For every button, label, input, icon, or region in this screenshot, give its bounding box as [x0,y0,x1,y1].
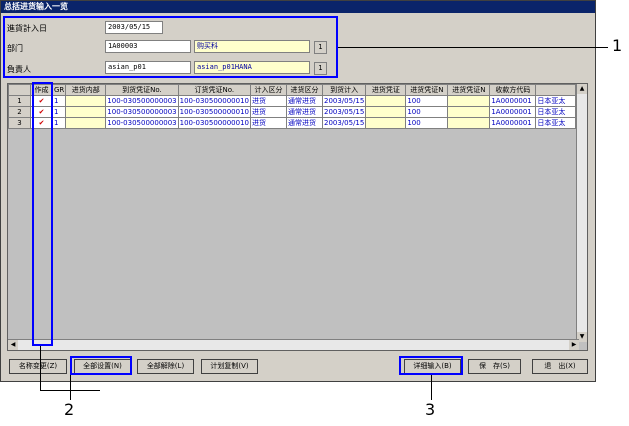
gr-cell[interactable]: 1 [51,95,67,107]
payee-code-cell[interactable]: 1A0000001 [489,117,537,129]
voucher-n-cell[interactable]: 100 [405,117,449,129]
col-header[interactable]: 收款方代码 [489,84,537,96]
col-header[interactable]: GR [51,84,67,96]
voucher-cell[interactable] [365,106,407,118]
payee-name-cell[interactable]: 日本亚太 [535,95,577,107]
col-header[interactable] [535,84,577,96]
detail-input-callout-box [399,356,463,375]
date-cell[interactable]: 2003/05/15 [321,117,367,129]
vertical-scrollbar[interactable]: ▲ ▼ [576,84,587,342]
callout-line-2a [40,346,41,390]
voucher-n-cell[interactable]: 100 [405,106,449,118]
payee-code-cell[interactable]: 1A0000001 [489,106,537,118]
arrival-no-cell[interactable]: 100-030500000003 [105,95,179,107]
gr-cell[interactable]: 1 [51,106,67,118]
internal-cell[interactable] [65,106,107,118]
callout-number-1: 1 [612,36,623,55]
payee-name-cell[interactable]: 日本亚太 [535,106,577,118]
category-cell[interactable]: 进货 [249,117,287,129]
purchase-grid: 作成 GR 进货内部 到货凭证No. 订货凭证No. 计入区分 进货区分 到货计… [7,83,588,351]
grid-header-row: 作成 GR 进货内部 到货凭证No. 订货凭证No. 计入区分 进货区分 到货计… [8,84,577,96]
col-header[interactable]: 到货凭证No. [105,84,179,96]
col-header[interactable]: 进货凭证 [365,84,407,96]
date-cell[interactable]: 2003/05/15 [321,106,367,118]
kind-cell[interactable]: 通常进货 [285,106,323,118]
horizontal-scrollbar[interactable]: ◀ ▶ [8,339,579,350]
header-callout-box [3,16,338,78]
scroll-up-icon[interactable]: ▲ [577,84,587,94]
save-button[interactable]: 保 存(S) [468,359,521,374]
scroll-right-icon[interactable]: ▶ [569,340,579,350]
table-row[interactable]: 1 ✔ 1 100-030500000003 100-030500000010 … [8,95,577,107]
plan-copy-button[interactable]: 计划复制(V) [201,359,258,374]
callout-line-3 [431,375,432,400]
row-number[interactable]: 2 [8,106,31,118]
kind-cell[interactable]: 通常进货 [285,117,323,129]
voucher-n2-cell[interactable] [447,95,491,107]
internal-cell[interactable] [65,117,107,129]
arrival-no-cell[interactable]: 100-030500000003 [105,106,179,118]
gr-cell[interactable]: 1 [51,117,67,129]
voucher-n-cell[interactable]: 100 [405,95,449,107]
col-header[interactable]: 计入区分 [249,84,287,96]
grid-table: 作成 GR 进货内部 到货凭证No. 订货凭证No. 计入区分 进货区分 到货计… [8,84,577,129]
callout-number-2: 2 [64,400,75,419]
order-no-cell[interactable]: 100-030500000010 [177,106,251,118]
voucher-cell[interactable] [365,95,407,107]
internal-cell[interactable] [65,95,107,107]
col-header[interactable]: 订货凭证No. [177,84,251,96]
col-header[interactable]: 进货区分 [285,84,323,96]
date-cell[interactable]: 2003/05/15 [321,95,367,107]
create-column-callout-box [32,82,53,346]
col-header[interactable]: 进货凭证N [447,84,491,96]
table-row[interactable]: 2 ✔ 1 100-030500000003 100-030500000010 … [8,106,577,118]
scroll-left-icon[interactable]: ◀ [8,340,18,350]
clear-all-button[interactable]: 全部解除(L) [137,359,194,374]
order-no-cell[interactable]: 100-030500000010 [177,117,251,129]
voucher-n2-cell[interactable] [447,106,491,118]
order-no-cell[interactable]: 100-030500000010 [177,95,251,107]
voucher-n2-cell[interactable] [447,117,491,129]
table-row[interactable]: 3 ✔ 1 100-030500000003 100-030500000010 … [8,117,577,129]
col-header[interactable]: 到货计入 [321,84,367,96]
category-cell[interactable]: 进货 [249,95,287,107]
category-cell[interactable]: 进货 [249,106,287,118]
callout-line-2c [70,375,71,400]
name-change-button[interactable]: 名称变更(Z) [9,359,67,374]
arrival-no-cell[interactable]: 100-030500000003 [105,117,179,129]
voucher-cell[interactable] [365,117,407,129]
col-header[interactable]: 进货内部 [65,84,107,96]
row-number[interactable]: 3 [8,117,31,129]
callout-line-1 [338,47,608,48]
payee-code-cell[interactable]: 1A0000001 [489,95,537,107]
kind-cell[interactable]: 通常进货 [285,95,323,107]
window-title: 总括进货输入一览 [1,1,595,13]
select-all-callout-box [70,356,132,375]
row-number[interactable]: 1 [8,95,31,107]
callout-number-3: 3 [425,400,436,419]
corner-cell [8,84,31,96]
col-header[interactable]: 进货凭证N [405,84,449,96]
payee-name-cell[interactable]: 日本亚太 [535,117,577,129]
exit-button[interactable]: 退 出(X) [532,359,588,374]
